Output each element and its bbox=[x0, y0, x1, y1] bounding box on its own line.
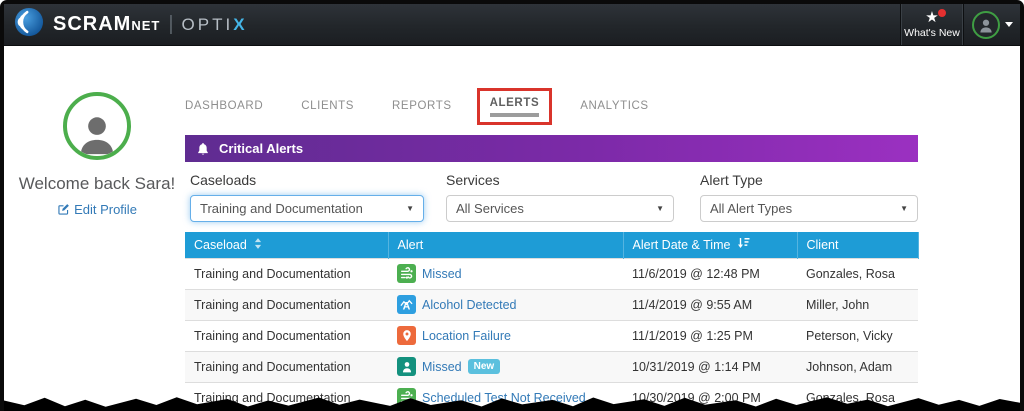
person-icon bbox=[397, 357, 416, 376]
person-icon bbox=[977, 16, 995, 34]
panel-title: Critical Alerts bbox=[219, 141, 303, 156]
profile-avatar bbox=[63, 92, 131, 160]
filter-select-caseloads[interactable]: Training and Documentation ▼ bbox=[190, 195, 424, 222]
caseload-cell: Training and Documentation bbox=[185, 320, 388, 351]
brand-separator: | bbox=[168, 13, 173, 36]
scramnet-logo-icon bbox=[14, 7, 44, 42]
sort-both-icon bbox=[254, 238, 262, 252]
select-caret-icon: ▼ bbox=[900, 204, 908, 213]
sort-desc-icon bbox=[737, 237, 750, 252]
alert-cell: Missed New bbox=[388, 351, 623, 382]
alerts-table-body: Training and Documentation Missed 11/6/2… bbox=[185, 258, 918, 411]
header-avatar bbox=[972, 11, 1000, 39]
select-caret-icon: ▼ bbox=[406, 204, 414, 213]
filter-group: Caseloads Training and Documentation ▼ bbox=[190, 172, 424, 222]
caseload-cell: Training and Documentation bbox=[185, 351, 388, 382]
filter-label: Caseloads bbox=[190, 172, 424, 188]
alert-filters: Caseloads Training and Documentation ▼ S… bbox=[185, 162, 918, 232]
table-row[interactable]: Training and Documentation Location Fail… bbox=[185, 320, 918, 351]
brand-x: X bbox=[233, 15, 244, 35]
alert-cell: A Alcohol Detected bbox=[388, 289, 623, 320]
chevron-down-icon bbox=[1005, 22, 1013, 27]
brand-opti: OPTI bbox=[182, 15, 234, 35]
filter-group: Alert Type All Alert Types ▼ bbox=[700, 172, 918, 222]
top-header: SCRAMNET | OPTIX ★ What's New bbox=[4, 4, 1020, 46]
alerts-table: Caseload Alert Alert Date & Time Client … bbox=[185, 232, 919, 411]
alerts-table-header-row: Caseload Alert Alert Date & Time Client bbox=[185, 232, 918, 258]
profile-menu-button[interactable] bbox=[964, 4, 1020, 45]
brand-logo[interactable]: SCRAMNET | OPTIX bbox=[4, 4, 900, 45]
column-header-label: Alert bbox=[398, 238, 424, 252]
alert-link[interactable]: Location Failure bbox=[422, 329, 511, 343]
alert-link[interactable]: Alcohol Detected bbox=[422, 298, 517, 312]
column-header[interactable]: Alert Date & Time bbox=[623, 232, 797, 258]
critical-alerts-header: Critical Alerts bbox=[185, 135, 918, 162]
datetime-cell: 11/6/2019 @ 12:48 PM bbox=[623, 258, 797, 289]
person-icon bbox=[74, 110, 120, 156]
datetime-cell: 11/1/2019 @ 1:25 PM bbox=[623, 320, 797, 351]
client-cell: Gonzales, Rosa bbox=[797, 258, 918, 289]
client-cell: Miller, John bbox=[797, 289, 918, 320]
tab-alerts[interactable]: ALERTS bbox=[490, 97, 540, 109]
tab-dashboard[interactable]: DASHBOARD bbox=[185, 100, 263, 112]
nav-tabs: DASHBOARD CLIENTS REPORTS ALERTS ANALYTI… bbox=[185, 88, 918, 124]
alert-cell: Missed bbox=[388, 258, 623, 289]
whats-new-label: What's New bbox=[904, 27, 960, 39]
alcohol-detected-icon: A bbox=[397, 295, 416, 314]
active-tab-underline bbox=[490, 113, 540, 117]
client-cell: Johnson, Adam bbox=[797, 351, 918, 382]
location-pin-icon bbox=[397, 326, 416, 345]
select-caret-icon: ▼ bbox=[656, 204, 664, 213]
edit-profile-label: Edit Profile bbox=[74, 202, 137, 217]
welcome-panel: Welcome back Sara! Edit Profile bbox=[18, 92, 176, 221]
column-header-label: Client bbox=[807, 238, 839, 252]
filter-select-services[interactable]: All Services ▼ bbox=[446, 195, 674, 222]
tab-clients[interactable]: CLIENTS bbox=[301, 100, 354, 112]
bell-icon bbox=[196, 142, 210, 156]
brand-net: NET bbox=[131, 18, 160, 33]
alert-link[interactable]: Missed bbox=[422, 360, 462, 374]
column-header-label: Caseload bbox=[194, 238, 247, 252]
table-row[interactable]: Training and Documentation Missed 11/6/2… bbox=[185, 258, 918, 289]
filter-label: Alert Type bbox=[700, 172, 918, 188]
edit-profile-link[interactable]: Edit Profile bbox=[57, 202, 137, 217]
caseload-cell: Training and Documentation bbox=[185, 289, 388, 320]
edit-icon bbox=[57, 203, 70, 216]
datetime-cell: 10/31/2019 @ 1:14 PM bbox=[623, 351, 797, 382]
table-row[interactable]: Training and Documentation A Alcohol Det… bbox=[185, 289, 918, 320]
welcome-message: Welcome back Sara! bbox=[18, 174, 176, 194]
breath-test-icon bbox=[397, 264, 416, 283]
table-row[interactable]: Training and Documentation Missed New 10… bbox=[185, 351, 918, 382]
filter-selected-value: Training and Documentation bbox=[200, 201, 363, 216]
datetime-cell: 11/4/2019 @ 9:55 AM bbox=[623, 289, 797, 320]
tab-analytics[interactable]: ANALYTICS bbox=[580, 100, 648, 112]
column-header[interactable]: Caseload bbox=[185, 232, 388, 258]
brand-wordmark: SCRAMNET | OPTIX bbox=[53, 13, 245, 36]
column-header-label: Alert Date & Time bbox=[633, 238, 731, 252]
alert-cell: Location Failure bbox=[388, 320, 623, 351]
app-window: SCRAMNET | OPTIX ★ What's New bbox=[4, 4, 1020, 411]
brand-scram: SCRAM bbox=[53, 13, 131, 36]
main-content: DASHBOARD CLIENTS REPORTS ALERTS ANALYTI… bbox=[185, 88, 918, 411]
whats-new-star-icon: ★ bbox=[925, 11, 938, 26]
filter-label: Services bbox=[446, 172, 674, 188]
notification-dot bbox=[938, 9, 946, 17]
filter-select-alert-type[interactable]: All Alert Types ▼ bbox=[700, 195, 918, 222]
filter-group: Services All Services ▼ bbox=[446, 172, 674, 222]
column-header[interactable]: Alert bbox=[388, 232, 623, 258]
filter-selected-value: All Alert Types bbox=[710, 201, 792, 216]
filter-selected-value: All Services bbox=[456, 201, 524, 216]
screenshot-frame: SCRAMNET | OPTIX ★ What's New bbox=[0, 0, 1024, 411]
caseload-cell: Training and Documentation bbox=[185, 258, 388, 289]
alerts-tab-annotation: ALERTS bbox=[477, 88, 553, 125]
alert-link[interactable]: Missed bbox=[422, 267, 462, 281]
tab-reports[interactable]: REPORTS bbox=[392, 100, 452, 112]
whats-new-button[interactable]: ★ What's New bbox=[900, 4, 964, 45]
client-cell: Peterson, Vicky bbox=[797, 320, 918, 351]
new-badge: New bbox=[468, 359, 501, 374]
column-header[interactable]: Client bbox=[797, 232, 918, 258]
